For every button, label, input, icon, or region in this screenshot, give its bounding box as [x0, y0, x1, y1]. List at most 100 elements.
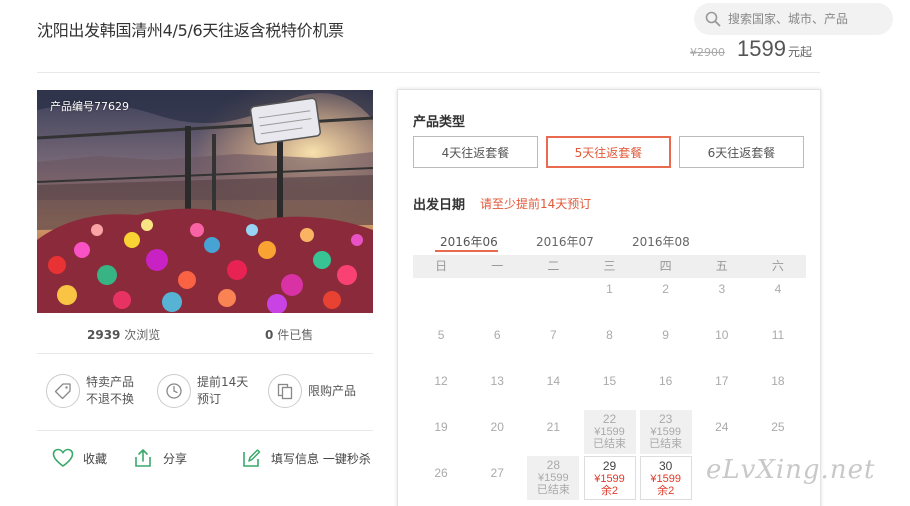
day-number: 22 — [602, 412, 617, 426]
calendar-day: 17 — [696, 364, 748, 408]
calendar-day: 5 — [415, 318, 467, 362]
feature-line: 不退不换 — [86, 392, 135, 406]
feature-text: 提前14天 预订 — [197, 374, 248, 408]
feature-line: 特卖产品 — [86, 375, 135, 389]
clock-icon — [157, 374, 191, 408]
feature-line: 提前14天 — [197, 375, 249, 389]
day-number: 23 — [658, 412, 673, 426]
views-count: 2939 — [87, 328, 121, 342]
day-number: 1 — [606, 282, 613, 296]
package-4-day-button[interactable]: 4天往返套餐 — [413, 136, 538, 168]
day-price: ¥1599 — [594, 473, 625, 485]
day-number: 7 — [550, 328, 557, 342]
tab-month-august[interactable]: 2016年08 — [632, 233, 690, 250]
calendar-day: 10 — [696, 318, 748, 362]
feature-limited: 限购产品 — [268, 374, 356, 408]
day-price: ¥1599 — [650, 426, 681, 438]
site-watermark: eLvXing.net — [706, 455, 876, 485]
calendar-day: 22 ¥1599 已结束 — [583, 410, 636, 454]
feature-text: 特卖产品 不退不换 — [86, 374, 134, 408]
package-5-day-button[interactable]: 5天往返套餐 — [546, 136, 671, 168]
day-status: 余2 — [657, 485, 675, 497]
product-type-label: 产品类型 — [413, 115, 466, 130]
day-number: 30 — [658, 459, 673, 473]
day-status: 余2 — [600, 485, 619, 497]
calendar-day: 13 — [471, 364, 523, 408]
calendar-day-available[interactable]: 30 ¥1599 余2 — [639, 456, 692, 500]
feature-advance-booking: 提前14天 预订 — [157, 374, 248, 408]
search-input[interactable] — [728, 12, 888, 26]
tab-month-july[interactable]: 2016年07 — [536, 233, 594, 250]
share-button[interactable]: 分享 — [131, 446, 187, 470]
share-icon[interactable] — [131, 446, 155, 470]
day-number: 21 — [546, 420, 561, 434]
heart-icon[interactable] — [51, 446, 75, 470]
package-6-day-button[interactable]: 6天往返套餐 — [679, 136, 804, 168]
calendar-day: 4 — [752, 272, 804, 316]
quick-buy-label: 填写信息 一键秒杀 — [271, 451, 371, 466]
day-number: 2 — [662, 282, 669, 296]
day-status: 已结束 — [593, 438, 626, 450]
day-number: 15 — [602, 374, 617, 388]
calendar-day: 23 ¥1599 已结束 — [639, 410, 692, 454]
tab-month-june[interactable]: 2016年06 — [440, 233, 498, 250]
stats-divider — [37, 353, 373, 354]
day-number: 28 — [546, 458, 561, 472]
calendar-day: 18 — [752, 364, 804, 408]
price-line: ¥2900 1599 元起 — [690, 36, 812, 62]
day-number: 16 — [658, 374, 673, 388]
calendar-day: 19 — [415, 410, 467, 454]
search-box[interactable] — [694, 3, 893, 35]
search-icon[interactable] — [704, 10, 722, 28]
calendar-day: 15 — [584, 364, 636, 408]
day-number: 14 — [546, 374, 561, 388]
calendar-day: 8 — [584, 318, 636, 362]
calendar-day: 24 — [696, 410, 748, 454]
quick-buy-button[interactable]: 填写信息 一键秒杀 — [239, 446, 371, 470]
departure-date-label: 出发日期 — [413, 198, 466, 213]
calendar-day: 26 — [415, 456, 467, 500]
day-number: 11 — [771, 328, 785, 342]
day-number: 25 — [771, 420, 785, 434]
product-stats: 2939 次浏览 0 件已售 — [37, 326, 373, 344]
favorite-button[interactable]: 收藏 — [51, 446, 107, 470]
calendar-day: 3 — [696, 272, 748, 316]
day-status: 已结束 — [536, 484, 570, 496]
day-number: 18 — [771, 374, 785, 388]
day-number: 26 — [434, 466, 448, 480]
calendar-day: 25 — [752, 410, 804, 454]
product-code: 产品编号77629 — [50, 100, 129, 113]
product-photo: 产品编号77629 — [37, 90, 373, 313]
views-label: 次浏览 — [124, 328, 161, 342]
sold-count: 0 — [265, 328, 274, 342]
weekday: 日 — [435, 259, 448, 273]
tag-icon — [46, 374, 80, 408]
day-number: 6 — [493, 328, 501, 342]
calendar-day: 27 — [471, 456, 523, 500]
day-number: 10 — [715, 328, 729, 342]
header-divider — [37, 72, 820, 73]
day-number: 12 — [434, 374, 448, 388]
calendar-day: 12 — [415, 364, 467, 408]
calendar-day-available[interactable]: 29 ¥1599 余2 — [583, 456, 636, 500]
sale-price: 1599 — [737, 36, 786, 61]
day-number: 20 — [490, 420, 504, 434]
feature-text: 限购产品 — [308, 383, 356, 400]
calendar-day: 14 — [527, 364, 579, 408]
day-number: 8 — [606, 328, 613, 342]
calendar-day: 20 — [471, 410, 523, 454]
calendar-day: 28 ¥1599 已结束 — [527, 456, 580, 500]
calendar-day: 7 — [527, 318, 579, 362]
price-unit: 元起 — [787, 45, 812, 59]
feature-line: 预订 — [197, 392, 222, 406]
edit-icon[interactable] — [239, 446, 263, 470]
calendar-day: 9 — [640, 318, 692, 362]
day-number: 9 — [662, 328, 669, 342]
day-status: 已结束 — [649, 438, 683, 450]
day-number: 29 — [602, 459, 617, 473]
day-number: 13 — [490, 374, 504, 388]
favorite-label: 收藏 — [83, 451, 108, 466]
calendar-day: 21 — [527, 410, 579, 454]
day-number: 27 — [490, 466, 504, 480]
weekday: 一 — [491, 259, 504, 273]
